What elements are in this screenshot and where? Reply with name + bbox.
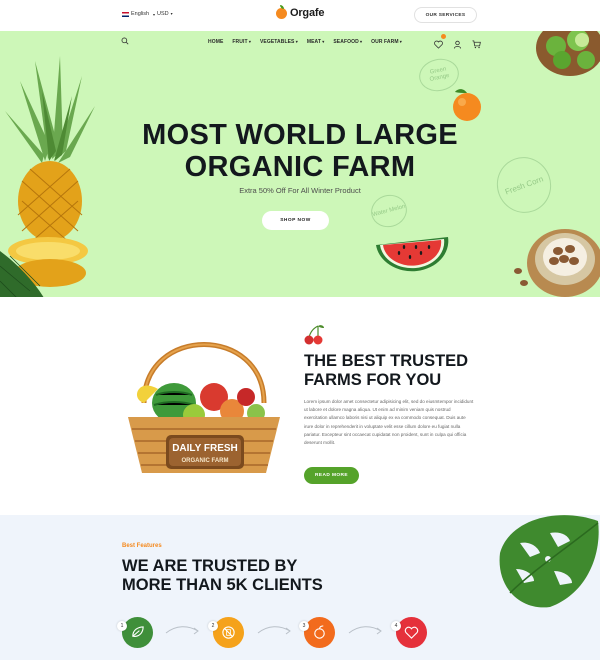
lime-bowl-image (536, 31, 600, 76)
wishlist-badge (441, 34, 446, 39)
feature-step-1: 1 (117, 617, 153, 648)
arrow-icon (165, 626, 199, 635)
chevron-down-icon: ▾ (170, 11, 173, 16)
our-services-button[interactable]: OUR SERVICES (414, 7, 477, 23)
hero-banner: HOME FRUIT VEGETABLES MEAT SEAFOOD OUR F… (0, 31, 600, 297)
step-number: 1 (117, 621, 127, 631)
hero-title-line2: ORGANIC FARM (184, 151, 416, 183)
features-title-line1: WE ARE TRUSTED BY (122, 557, 298, 575)
arrow-icon (348, 626, 382, 635)
nav-meat[interactable]: MEAT (307, 39, 325, 45)
chevron-down-icon: ▾ (153, 11, 156, 17)
hero-title-line1: MOST WORLD LARGE (142, 119, 458, 151)
about-description: Lorem ipsum dolor amet consectetur adipi… (304, 399, 474, 446)
nav-our-farm[interactable]: OUR FARM (371, 39, 402, 45)
nuts-bowl-image (514, 229, 600, 297)
top-bar: English ▾ USD ▾ Orgafe OUR SERVICES (0, 0, 600, 31)
basket-sign-line2: ORGANIC FARM (182, 458, 229, 464)
water-melon-bubble: Water Melon (367, 190, 411, 232)
currency-selector[interactable]: USD ▾ (157, 11, 173, 17)
cart-icon[interactable] (472, 36, 481, 49)
language-label: English (131, 11, 150, 17)
fruit-basket-image: DAILY FRESH ORGANIC FARM (128, 342, 280, 473)
nav-seafood[interactable]: SEAFOOD (333, 39, 362, 45)
feature-step-4: 4 (391, 617, 427, 648)
logo-text: Orgafe (290, 7, 325, 19)
about-title-line1: THE BEST TRUSTED (304, 352, 469, 370)
heart-icon (404, 626, 419, 639)
about-title-line2: FARMS FOR YOU (304, 371, 442, 389)
features-title-line2: MORE THAN 5K CLIENTS (122, 576, 323, 594)
hero-subtitle: Extra 50% Off For All Winter Product (239, 186, 361, 195)
step-number: 3 (299, 621, 309, 631)
wishlist-icon[interactable] (434, 34, 446, 49)
read-more-button[interactable]: READ MORE (304, 467, 359, 484)
section-label: Best Features (122, 543, 162, 549)
step-number: 2 (208, 621, 218, 631)
user-icon[interactable] (453, 36, 462, 49)
about-title: THE BEST TRUSTED FARMS FOR YOU (304, 352, 468, 390)
flag-icon (122, 11, 129, 17)
step-number: 4 (391, 621, 401, 631)
hero-title: MOST WORLD LARGE ORGANIC FARM (0, 119, 600, 183)
shop-now-button[interactable]: SHOP NOW (262, 211, 329, 230)
currency-label: USD (157, 11, 169, 17)
features-section: Best Features WE ARE TRUSTED BY MORE THA… (0, 515, 600, 660)
language-selector[interactable]: English ▾ (122, 11, 155, 17)
feature-step-2: 2 (208, 617, 244, 648)
cherry-icon (304, 325, 324, 345)
features-title: WE ARE TRUSTED BY MORE THAN 5K CLIENTS (122, 557, 323, 595)
nav-vegetables[interactable]: VEGETABLES (260, 39, 298, 45)
orange-logo-icon (276, 4, 287, 19)
feature-step-3: 3 (299, 617, 335, 648)
site-logo[interactable]: Orgafe (276, 4, 325, 19)
monstera-leaf-image (499, 515, 599, 608)
nav-home[interactable]: HOME (208, 39, 223, 45)
main-nav: HOME FRUIT VEGETABLES MEAT SEAFOOD OUR F… (208, 39, 402, 45)
watermelon-image (376, 237, 449, 272)
leaf-icon (132, 626, 144, 637)
nav-fruit[interactable]: FRUIT (232, 39, 251, 45)
orange-image (453, 89, 481, 121)
about-section: DAILY FRESH ORGANIC FARM THE BEST TRUSTE… (0, 297, 600, 515)
basket-sign-line1: DAILY FRESH (172, 443, 238, 454)
no-chemical-icon (222, 626, 235, 639)
arrow-icon (257, 626, 291, 635)
nav-actions (434, 34, 481, 49)
search-icon[interactable] (121, 37, 129, 45)
fruit-icon (314, 625, 325, 639)
